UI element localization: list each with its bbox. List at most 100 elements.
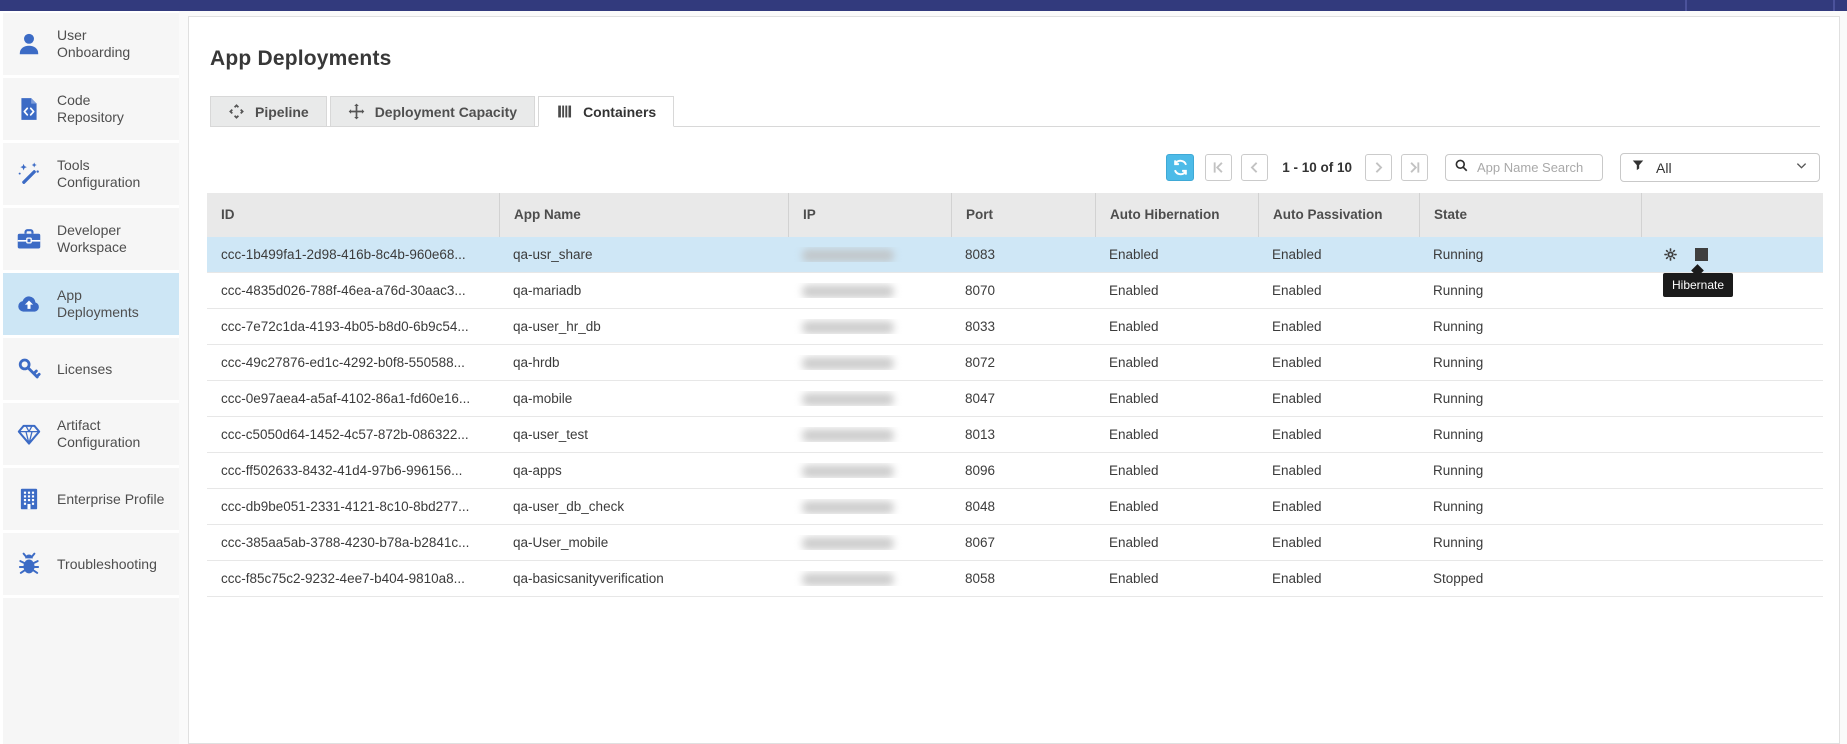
table-row[interactable]: ccc-4835d026-788f-46ea-a76d-30aac3...qa-… xyxy=(207,273,1823,309)
redacted-ip-value xyxy=(802,573,894,586)
sidebar-item-developer-workspace[interactable]: DeveloperWorkspace xyxy=(3,208,179,270)
sidebar-item-enterprise-profile[interactable]: Enterprise Profile xyxy=(3,468,179,530)
settings-gear-icon[interactable] xyxy=(1663,247,1678,262)
cell-app-name: qa-user_db_check xyxy=(499,499,788,514)
cell-app-name: qa-apps xyxy=(499,463,788,478)
briefcase-icon xyxy=(16,226,42,252)
redacted-ip-value xyxy=(802,357,894,370)
cell-id: ccc-0e97aea4-a5af-4102-86a1-fd60e16... xyxy=(207,391,499,406)
cell-port: 8048 xyxy=(951,499,1095,514)
content-card: App Deployments PipelineDeployment Capac… xyxy=(188,16,1840,744)
refresh-button[interactable] xyxy=(1166,154,1194,181)
chevron-right-icon xyxy=(1370,159,1387,176)
first-page-button[interactable] xyxy=(1205,154,1232,181)
redacted-ip-value xyxy=(802,321,894,334)
sidebar-item-licenses[interactable]: Licenses xyxy=(3,338,179,400)
refresh-icon xyxy=(1171,158,1190,177)
cell-state: Running xyxy=(1419,247,1641,262)
redacted-ip-value xyxy=(802,249,894,262)
cell-auto-hibernation: Enabled xyxy=(1095,319,1258,334)
cell-auto-hibernation: Enabled xyxy=(1095,391,1258,406)
tab-pipeline[interactable]: Pipeline xyxy=(210,96,327,127)
cell-port: 8013 xyxy=(951,427,1095,442)
cell-port: 8083 xyxy=(951,247,1095,262)
code-file-icon xyxy=(16,96,42,122)
cell-app-name: qa-mariadb xyxy=(499,283,788,298)
move-arrows-icon xyxy=(348,103,365,120)
tab-deployment-capacity[interactable]: Deployment Capacity xyxy=(330,96,535,127)
redacted-ip-value xyxy=(802,393,894,406)
column-header-port: Port xyxy=(951,193,1095,237)
cell-auto-hibernation: Enabled xyxy=(1095,355,1258,370)
next-page-button[interactable] xyxy=(1365,154,1392,181)
cell-port: 8033 xyxy=(951,319,1095,334)
prev-page-button[interactable] xyxy=(1241,154,1268,181)
building-icon xyxy=(16,486,42,512)
user-icon xyxy=(16,31,42,57)
sidebar-item-user-onboarding[interactable]: UserOnboarding xyxy=(3,13,179,75)
column-header-ip: IP xyxy=(788,193,951,237)
table-row[interactable]: ccc-385aa5ab-3788-4230-b78a-b2841c...qa-… xyxy=(207,525,1823,561)
column-header-actions xyxy=(1641,193,1823,237)
cell-auto-hibernation: Enabled xyxy=(1095,571,1258,586)
cell-app-name: qa-user_test xyxy=(499,427,788,442)
cell-id: ccc-f85c75c2-9232-4ee7-b404-9810a8... xyxy=(207,571,499,586)
redacted-ip-value xyxy=(802,429,894,442)
filter-dropdown[interactable]: All xyxy=(1620,153,1820,182)
cell-state: Running xyxy=(1419,463,1641,478)
sidebar-item-code-repository[interactable]: CodeRepository xyxy=(3,78,179,140)
last-page-button[interactable] xyxy=(1401,154,1428,181)
bars-icon xyxy=(556,103,573,120)
tab-label: Deployment Capacity xyxy=(375,104,517,120)
search-input[interactable] xyxy=(1475,159,1594,176)
cell-id: ccc-4835d026-788f-46ea-a76d-30aac3... xyxy=(207,283,499,298)
redacted-ip-value xyxy=(802,501,894,514)
table-row[interactable]: ccc-f85c75c2-9232-4ee7-b404-9810a8...qa-… xyxy=(207,561,1823,597)
tab-containers[interactable]: Containers xyxy=(538,96,674,127)
sidebar-item-artifact-configuration[interactable]: ArtifactConfiguration xyxy=(3,403,179,465)
table-row[interactable]: ccc-db9be051-2331-4121-8c10-8bd277...qa-… xyxy=(207,489,1823,525)
cell-ip xyxy=(788,391,951,406)
hibernate-icon[interactable] xyxy=(1695,248,1708,261)
cell-auto-hibernation: Enabled xyxy=(1095,499,1258,514)
cell-ip xyxy=(788,427,951,442)
cell-actions xyxy=(1641,247,1823,262)
cell-auto-passivation: Enabled xyxy=(1258,427,1419,442)
pipeline-icon xyxy=(228,103,245,120)
cell-id: ccc-c5050d64-1452-4c57-872b-086322... xyxy=(207,427,499,442)
cell-auto-passivation: Enabled xyxy=(1258,283,1419,298)
sidebar-item-app-deployments[interactable]: AppDeployments xyxy=(3,273,179,335)
cell-auto-passivation: Enabled xyxy=(1258,247,1419,262)
screen: UserOnboardingCodeRepositoryToolsConfigu… xyxy=(0,0,1847,744)
table-row[interactable]: ccc-1b499fa1-2d98-416b-8c4b-960e68...qa-… xyxy=(207,237,1823,273)
tab-label: Pipeline xyxy=(255,104,309,120)
cell-app-name: qa-hrdb xyxy=(499,355,788,370)
cell-ip xyxy=(788,571,951,586)
redacted-ip-value xyxy=(802,465,894,478)
table-row[interactable]: ccc-7e72c1da-4193-4b05-b8d0-6b9c54...qa-… xyxy=(207,309,1823,345)
column-header-app-name: App Name xyxy=(499,193,788,237)
cell-app-name: qa-User_mobile xyxy=(499,535,788,550)
table-row[interactable]: ccc-49c27876-ed1c-4292-b0f8-550588...qa-… xyxy=(207,345,1823,381)
magic-wand-icon xyxy=(16,161,42,187)
cell-id: ccc-49c27876-ed1c-4292-b0f8-550588... xyxy=(207,355,499,370)
app-name-search[interactable] xyxy=(1445,154,1603,181)
table-row[interactable]: ccc-ff502633-8432-41d4-97b6-996156...qa-… xyxy=(207,453,1823,489)
cell-id: ccc-1b499fa1-2d98-416b-8c4b-960e68... xyxy=(207,247,499,262)
cell-state: Running xyxy=(1419,535,1641,550)
key-icon xyxy=(16,356,42,382)
sidebar: UserOnboardingCodeRepositoryToolsConfigu… xyxy=(0,11,179,744)
cell-auto-passivation: Enabled xyxy=(1258,499,1419,514)
table-row[interactable]: ccc-0e97aea4-a5af-4102-86a1-fd60e16...qa… xyxy=(207,381,1823,417)
chevron-left-icon xyxy=(1246,159,1263,176)
cell-port: 8067 xyxy=(951,535,1095,550)
cell-auto-passivation: Enabled xyxy=(1258,391,1419,406)
sidebar-item-tools-configuration[interactable]: ToolsConfiguration xyxy=(3,143,179,205)
cell-auto-passivation: Enabled xyxy=(1258,463,1419,478)
toolbar: 1 - 10 of 10 All xyxy=(1166,153,1820,182)
cell-state: Running xyxy=(1419,355,1641,370)
cell-auto-hibernation: Enabled xyxy=(1095,463,1258,478)
table-row[interactable]: ccc-c5050d64-1452-4c57-872b-086322...qa-… xyxy=(207,417,1823,453)
sidebar-item-troubleshooting[interactable]: Troubleshooting xyxy=(3,533,179,595)
redacted-ip-value xyxy=(802,285,894,298)
